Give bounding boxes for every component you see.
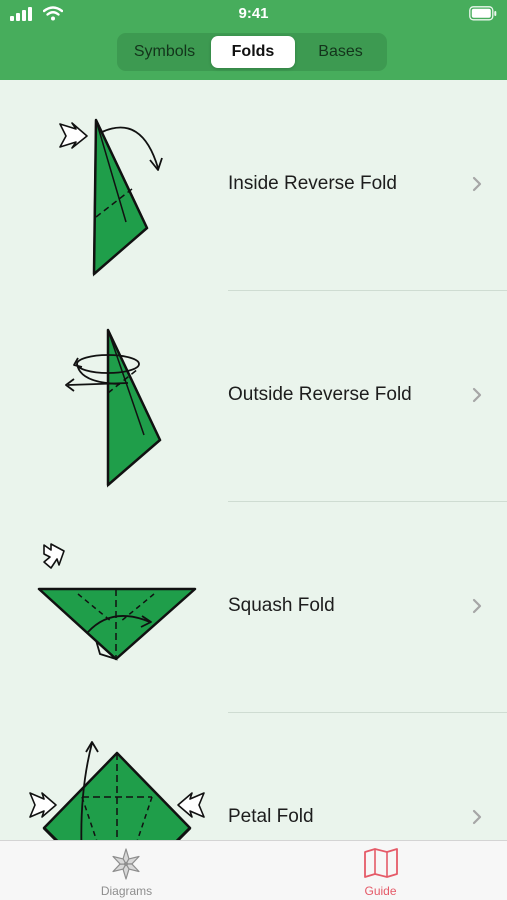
chevron-right-icon — [472, 176, 482, 192]
fold-row-petal[interactable]: Petal Fold — [0, 713, 507, 840]
segment-bases[interactable]: Bases — [298, 36, 383, 68]
tab-bar: Diagrams Guide — [0, 840, 507, 900]
tab-guide-label: Guide — [364, 884, 397, 898]
petal-fold-diagram — [29, 741, 205, 840]
status-bar: 9:41 — [0, 0, 507, 28]
fold-label: Squash Fold — [228, 595, 335, 616]
origami-flower-icon — [112, 848, 140, 880]
tab-guide[interactable]: Guide — [254, 841, 507, 900]
fold-row-outside-reverse[interactable]: Outside Reverse Fold — [0, 291, 507, 502]
segment-folds[interactable]: Folds — [211, 36, 295, 68]
battery-icon — [469, 6, 497, 21]
category-segmented-control: Symbols Folds Bases — [117, 33, 387, 71]
squash-fold-diagram — [37, 543, 197, 661]
outside-reverse-fold-diagram — [65, 328, 162, 488]
status-time: 9:41 — [238, 5, 269, 22]
chevron-right-icon — [472, 598, 482, 614]
chevron-right-icon — [472, 387, 482, 403]
fold-row-squash[interactable]: Squash Fold — [0, 502, 507, 713]
tab-diagrams[interactable]: Diagrams — [0, 841, 253, 900]
folds-list: Inside Reverse Fold Outside Reverse Fold — [0, 80, 507, 840]
segment-symbols[interactable]: Symbols — [121, 36, 208, 68]
inside-reverse-fold-diagram — [59, 118, 163, 277]
chevron-right-icon — [472, 809, 482, 825]
fold-label: Petal Fold — [228, 806, 314, 827]
fold-label: Inside Reverse Fold — [228, 173, 397, 194]
fold-row-inside-reverse[interactable]: Inside Reverse Fold — [0, 80, 507, 291]
tab-diagrams-label: Diagrams — [100, 884, 153, 898]
navigation-header: 9:41 Symbols Folds Bases — [0, 0, 507, 80]
map-icon — [364, 848, 398, 878]
fold-label: Outside Reverse Fold — [228, 384, 412, 405]
